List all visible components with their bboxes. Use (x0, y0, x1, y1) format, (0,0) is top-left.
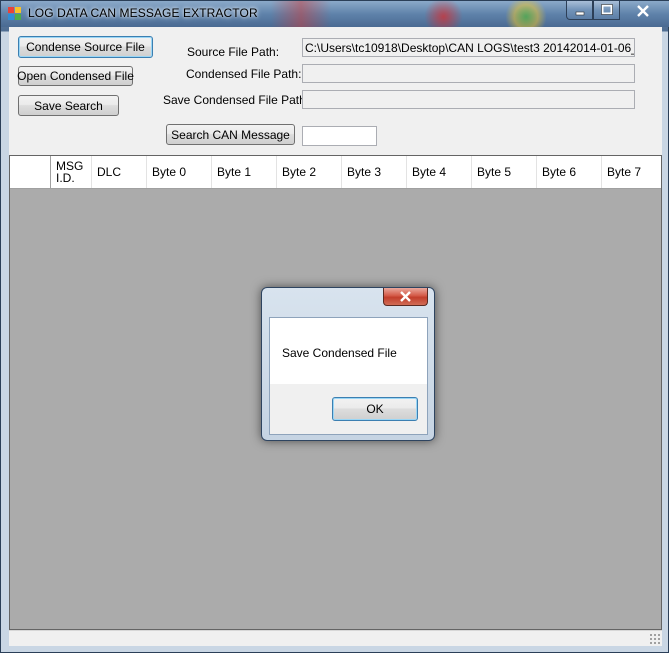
ok-button[interactable]: OK (332, 397, 418, 421)
column-header-msg-id[interactable]: MSG I.D. (51, 156, 92, 188)
desktop-bleed (421, 1, 466, 27)
search-can-button[interactable]: Search CAN Message (166, 124, 295, 145)
app-icon (8, 7, 22, 21)
row-header-corner[interactable] (10, 156, 51, 188)
main-window: LOG DATA CAN MESSAGE EXTRACTOR Condense … (0, 0, 669, 653)
search-input[interactable] (302, 126, 377, 146)
column-header-byte-2[interactable]: Byte 2 (277, 156, 342, 188)
column-header-byte-3[interactable]: Byte 3 (342, 156, 407, 188)
condensed-path-field[interactable] (302, 64, 635, 83)
column-header-byte-1[interactable]: Byte 1 (212, 156, 277, 188)
resize-grip-icon[interactable] (649, 633, 660, 644)
column-header-byte-7[interactable]: Byte 7 (602, 156, 661, 188)
status-bar (9, 630, 662, 646)
dialog-body: Save Condensed File OK (269, 317, 428, 435)
dialog-message: Save Condensed File (282, 346, 397, 360)
save-condensed-path-field[interactable] (302, 90, 635, 109)
grid-header: MSG I.D. DLC Byte 0 Byte 1 Byte 2 Byte 3… (10, 156, 661, 189)
dialog-close-button[interactable] (383, 288, 428, 306)
title-bar[interactable]: LOG DATA CAN MESSAGE EXTRACTOR (1, 1, 669, 27)
desktop-bleed (501, 1, 551, 27)
dialog-message-area: Save Condensed File (270, 318, 427, 384)
save-search-button[interactable]: Save Search (18, 95, 119, 116)
desktop-bleed (271, 1, 331, 27)
close-icon (637, 4, 649, 17)
column-header-byte-4[interactable]: Byte 4 (407, 156, 472, 188)
column-header-byte-6[interactable]: Byte 6 (537, 156, 602, 188)
column-header-dlc[interactable]: DLC (92, 156, 147, 188)
column-header-byte-0[interactable]: Byte 0 (147, 156, 212, 188)
condense-source-button[interactable]: Condense Source File (18, 36, 153, 58)
condensed-path-label: Condensed File Path: (186, 67, 302, 81)
open-condensed-button[interactable]: Open Condensed File (17, 66, 134, 86)
save-condensed-path-label: Save Condensed File Path: (163, 93, 310, 107)
minimize-button[interactable] (566, 1, 593, 20)
message-dialog: Save Condensed File OK (261, 287, 435, 441)
column-header-byte-5[interactable]: Byte 5 (472, 156, 537, 188)
close-button[interactable] (620, 1, 666, 20)
minimize-icon (575, 11, 584, 16)
maximize-button[interactable] (593, 1, 620, 20)
maximize-icon (600, 4, 613, 15)
caption-buttons (566, 1, 666, 20)
close-icon (400, 291, 411, 302)
source-path-field[interactable]: C:\Users\tc10918\Desktop\CAN LOGS\test3 … (302, 38, 635, 57)
window-title: LOG DATA CAN MESSAGE EXTRACTOR (28, 6, 258, 20)
source-path-label: Source File Path: (187, 45, 280, 59)
